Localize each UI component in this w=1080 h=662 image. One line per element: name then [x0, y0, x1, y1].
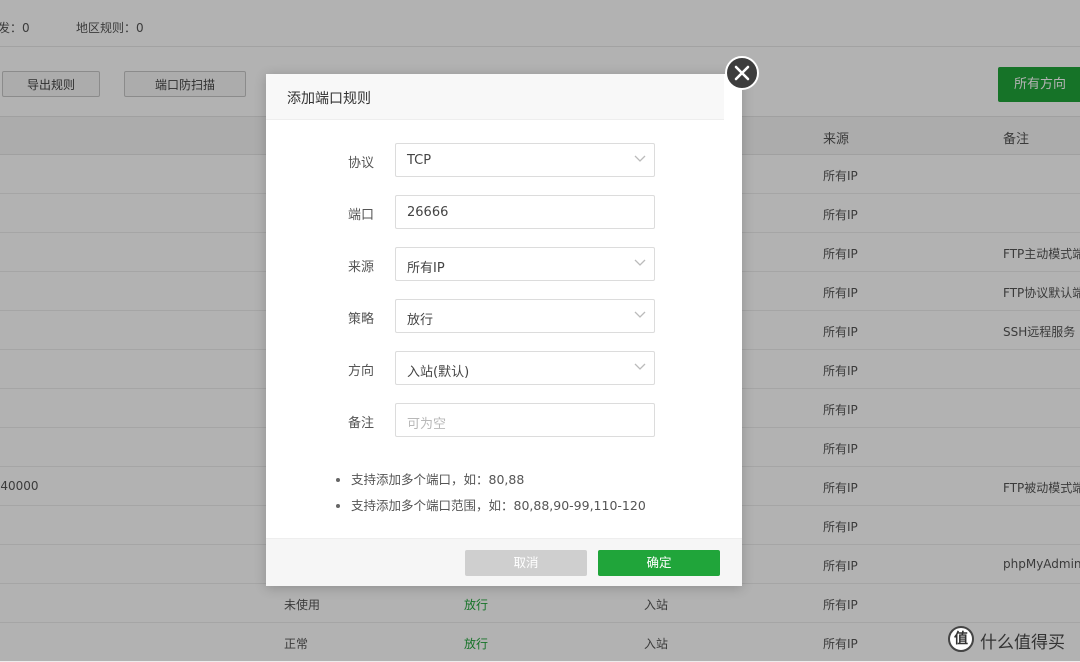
- bullet-icon: [336, 504, 340, 508]
- policy-select[interactable]: 放行: [395, 299, 655, 333]
- chevron-down-icon: [634, 363, 646, 370]
- cancel-button[interactable]: 取消: [465, 550, 587, 576]
- hint-list: 支持添加多个端口，如：80,88 支持添加多个端口范围，如：80,88,90-9…: [334, 467, 646, 519]
- close-dialog-button[interactable]: [725, 56, 759, 90]
- protocol-value: TCP: [407, 153, 432, 168]
- policy-value: 放行: [407, 313, 434, 328]
- policy-label: 策略: [347, 312, 374, 327]
- source-label: 来源: [347, 260, 374, 275]
- remark-label: 备注: [347, 416, 374, 431]
- source-select[interactable]: 所有IP: [395, 247, 655, 281]
- dialog-footer: 取消 确定: [266, 538, 742, 586]
- dialog-header: 添加端口规则: [266, 74, 724, 120]
- watermark-text: 什么值得买: [980, 633, 1065, 653]
- hint-text: 支持添加多个端口，如：80,88: [351, 472, 525, 487]
- remark-input[interactable]: 可为空: [395, 403, 655, 437]
- bullet-icon: [336, 478, 340, 482]
- direction-value: 入站(默认): [407, 365, 470, 380]
- hint-text: 支持添加多个端口范围，如：80,88,90-99,110-120: [351, 498, 646, 513]
- port-input[interactable]: 26666: [395, 195, 655, 229]
- smzdm-logo-icon: 值: [948, 626, 974, 652]
- port-value: 26666: [407, 205, 449, 220]
- chevron-down-icon: [634, 311, 646, 318]
- remark-placeholder: 可为空: [407, 417, 447, 432]
- port-label: 端口: [347, 208, 374, 223]
- hint-item: 支持添加多个端口，如：80,88: [334, 467, 646, 493]
- protocol-select[interactable]: TCP: [395, 143, 655, 177]
- chevron-down-icon: [634, 155, 646, 162]
- source-value: 所有IP: [407, 261, 445, 276]
- direction-label: 方向: [347, 364, 374, 379]
- protocol-label: 协议: [347, 156, 374, 171]
- chevron-down-icon: [634, 259, 646, 266]
- close-icon: [734, 65, 750, 81]
- hint-item: 支持添加多个端口范围，如：80,88,90-99,110-120: [334, 493, 646, 519]
- direction-select[interactable]: 入站(默认): [395, 351, 655, 385]
- confirm-button[interactable]: 确定: [598, 550, 720, 576]
- dialog-title: 添加端口规则: [287, 91, 371, 107]
- add-port-rule-dialog: 添加端口规则 协议 TCP 端口 26666 来源 所有IP 策略 放行 方向 …: [266, 74, 742, 586]
